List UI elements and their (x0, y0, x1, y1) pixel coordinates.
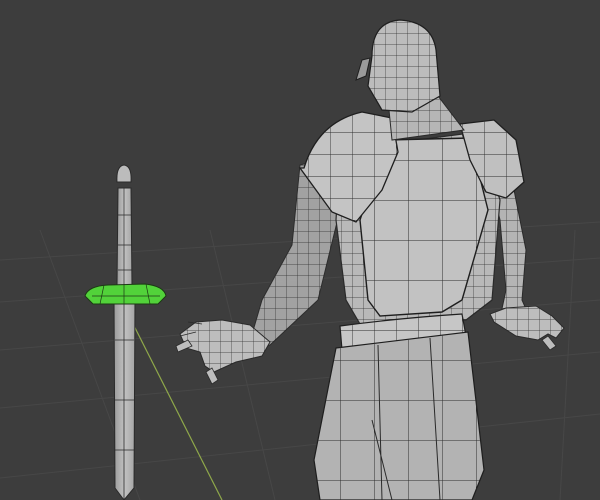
sword-crossguard-selected[interactable] (84, 283, 167, 305)
sword-blade[interactable] (113, 297, 136, 500)
sword-pommel[interactable] (116, 164, 132, 183)
sword-mesh[interactable] (84, 164, 167, 500)
3d-viewport[interactable] (0, 0, 600, 500)
viewport-canvas[interactable] (0, 0, 600, 500)
sword-grip[interactable] (116, 187, 133, 287)
knight-mesh[interactable] (175, 19, 565, 500)
